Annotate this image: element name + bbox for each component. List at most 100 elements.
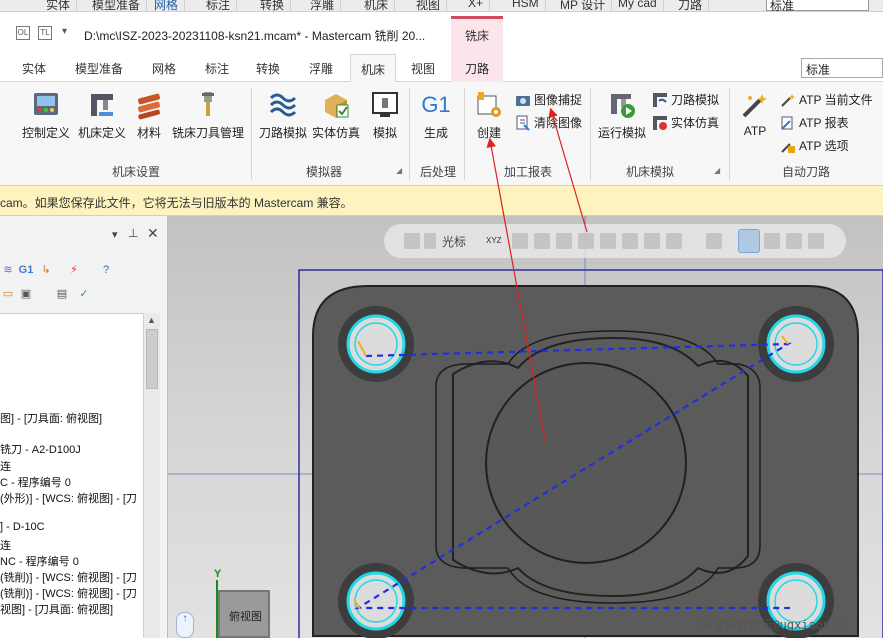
group-label-post: 后处理 [419, 165, 456, 179]
operations-tree[interactable]: 图] - [刀具面: 俯视图] 铣刀 - A2-D100J 连 C - 程序编号… [0, 313, 143, 638]
graphics-viewport[interactable]: 光标 XYZ Y 俯视图 ↑ UG爱好者论坛@ugxiaoniu [168, 216, 883, 638]
arrow-select-icon[interactable] [534, 233, 550, 249]
quick-access-dropdown-icon[interactable]: ▾ [62, 26, 67, 37]
bg-tab: 浮雕 [304, 0, 342, 11]
g1-post-icon[interactable]: G1 [18, 262, 34, 278]
select-window-icon[interactable] [666, 233, 682, 249]
machine-verify-button[interactable]: 实体仿真 [652, 114, 719, 131]
tab-toolpaths[interactable]: 刀路 [451, 54, 503, 82]
verify-select-icon[interactable] [764, 233, 780, 249]
tree-item[interactable]: 铣刀 - A2-D100J [0, 441, 81, 457]
backplot-button[interactable]: 刀路模拟 [259, 90, 307, 141]
wand-icon[interactable]: ⚡ [66, 262, 82, 278]
stock-material-button[interactable]: 材料 [134, 90, 164, 141]
folder-icon[interactable]: ▭ [0, 286, 16, 302]
tree-item[interactable]: 连 [0, 458, 11, 474]
run-simulation-button[interactable]: 运行模拟 [598, 90, 646, 141]
quick-access-icon[interactable]: TL [38, 26, 52, 40]
cursor-snap-dropdown[interactable]: 光标 [442, 233, 466, 250]
pin-icon[interactable]: ⊥ [128, 226, 138, 240]
atp-button[interactable]: ATP [740, 90, 770, 138]
standard-select[interactable]: 标准 [801, 58, 883, 78]
image-capture-button[interactable]: 图像捕捉 [515, 91, 582, 108]
check-icon[interactable]: ✓ [76, 286, 92, 302]
mill-tool-manager-label: 铣床刀具管理 [172, 126, 245, 140]
panel-menu-icon[interactable]: ▾ [112, 228, 118, 241]
material-icon [138, 93, 160, 120]
close-icon[interactable]: ✕ [147, 225, 159, 242]
simulate-button[interactable]: 模拟 [370, 90, 400, 141]
report-create-button[interactable]: 创建 [474, 90, 504, 141]
tab-annotate[interactable]: 标注 [205, 60, 229, 77]
cube-icon[interactable] [578, 233, 594, 249]
bg-tab: MP 设计 [554, 0, 613, 11]
tab-model-prep[interactable]: 模型准备 [75, 60, 123, 77]
dropdown-icon[interactable]: ▣ [18, 286, 34, 302]
tree-item[interactable]: 图] - [刀具面: 俯视图] [0, 410, 102, 426]
report-icon[interactable]: ▤ [54, 286, 70, 302]
undo-select-icon[interactable] [808, 233, 824, 249]
control-definition-icon [34, 93, 58, 115]
tree-item[interactable]: 视图] - [刀具面: 俯视图] [0, 601, 113, 617]
control-definition-button[interactable]: 控制定义 [22, 90, 70, 141]
atp-label: ATP [743, 124, 767, 138]
xyz-icon[interactable]: XYZ [486, 236, 502, 245]
atp-options-button[interactable]: ATP 选项 [780, 137, 849, 154]
move-arrow-icon[interactable]: ↳ [38, 262, 54, 278]
gear-icon[interactable] [512, 233, 528, 249]
tree-scrollbar[interactable]: ▲ [143, 313, 160, 638]
tab-transform[interactable]: 转换 [256, 60, 280, 77]
bg-tab: 标注 [200, 0, 238, 11]
tab-solids[interactable]: 实体 [22, 60, 46, 77]
select-icon[interactable] [424, 233, 436, 249]
bg-tab: HSM [506, 0, 546, 11]
tab-machine[interactable]: 机床 [350, 54, 397, 83]
cube-icon[interactable] [622, 233, 638, 249]
tree-item[interactable]: C - 程序编号 0 [0, 474, 71, 490]
quick-access-icon[interactable]: OL [16, 26, 30, 40]
group-launcher-icon[interactable]: ◢ [714, 166, 720, 175]
tree-item[interactable]: (铣削)] - [WCS: 俯视图] - [刀 [0, 569, 137, 585]
help-icon[interactable]: ? [98, 262, 114, 278]
cube-icon[interactable] [644, 233, 660, 249]
tree-item[interactable]: (铣削)] - [WCS: 俯视图] - [刀 [0, 585, 137, 601]
marquee-icon[interactable] [706, 233, 722, 249]
y-axis-label: Y [214, 568, 222, 580]
post-generate-button[interactable]: G1 生成 [421, 90, 451, 141]
report-create-icon [477, 92, 501, 117]
tree-item[interactable]: ] - D-10C [0, 521, 45, 533]
cycle-icon[interactable] [786, 233, 802, 249]
navigation-icon[interactable]: ↑ [176, 612, 194, 638]
tab-mesh[interactable]: 网格 [152, 60, 176, 77]
lock-icon[interactable] [404, 233, 420, 249]
tab-relief[interactable]: 浮雕 [309, 60, 333, 77]
verify-button[interactable]: 实体仿真 [312, 90, 360, 141]
scroll-up-icon[interactable]: ▲ [147, 315, 156, 325]
bg-tab: 转换 [254, 0, 292, 11]
cube-icon[interactable] [556, 233, 572, 249]
view-cube[interactable]: 俯视图 [218, 590, 270, 638]
active-tool-highlight[interactable] [738, 229, 760, 253]
atp-options-icon [781, 142, 795, 153]
background-window-tabstrip: 实体 模型准备 网格 标注 转换 浮雕 机床 视图 X+ HSM MP 设计 M… [0, 0, 883, 12]
title-bar: OL TL ▾ D:\mc\ISZ-2023-20231108-ksn21.mc… [0, 12, 883, 54]
atp-report-button[interactable]: ATP 报表 [780, 114, 849, 131]
tree-item[interactable]: 连 [0, 537, 11, 553]
bg-tab: X+ [462, 0, 491, 11]
tab-view[interactable]: 视图 [411, 60, 435, 77]
clear-image-button[interactable]: 清除图像 [515, 114, 582, 131]
toolpath-icon[interactable]: ≋ [0, 262, 16, 278]
cube-icon[interactable] [600, 233, 616, 249]
scroll-thumb[interactable] [146, 329, 158, 389]
context-tab-header: 铣床 [451, 16, 503, 54]
machine-backplot-label: 刀路模拟 [671, 93, 720, 107]
mill-tool-manager-button[interactable]: 铣床刀具管理 [172, 90, 244, 141]
tree-item[interactable]: NC - 程序编号 0 [0, 553, 79, 569]
machine-backplot-button[interactable]: 刀路模拟 [652, 91, 719, 108]
g1-icon: G1 [421, 92, 451, 117]
atp-current-file-button[interactable]: ATP 当前文件 [780, 91, 873, 108]
group-launcher-icon[interactable]: ◢ [396, 166, 402, 175]
graphics-toolbar: 光标 XYZ [384, 224, 846, 258]
machine-definition-button[interactable]: 机床定义 [78, 90, 126, 141]
tree-item[interactable]: (外形)] - [WCS: 俯视图] - [刀 [0, 490, 137, 506]
